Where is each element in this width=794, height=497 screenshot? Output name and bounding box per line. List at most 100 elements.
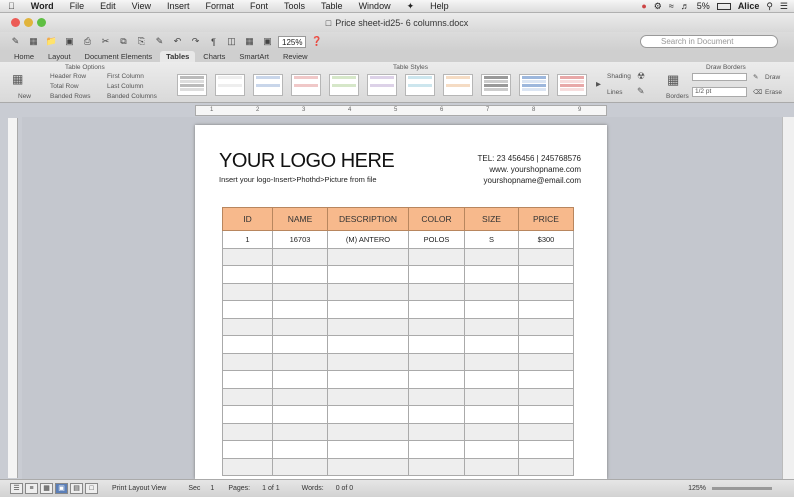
cell[interactable] [408,282,465,301]
borders-button[interactable]: Borders [666,93,689,100]
cell[interactable] [408,422,465,441]
paint-bucket-icon[interactable]: ☢ [637,71,645,82]
cell[interactable] [327,352,409,371]
cell[interactable] [518,300,574,319]
table-style-8[interactable] [443,74,473,96]
cell[interactable] [464,352,519,371]
cell[interactable] [272,352,328,371]
gear-icon[interactable]: ⚙ [654,1,662,12]
header-price[interactable]: PRICE [518,207,574,231]
cell[interactable] [272,300,328,319]
undo-icon[interactable]: ↶ [170,35,185,49]
menu-help[interactable]: Help [422,1,457,11]
minimize-button[interactable] [24,18,33,27]
cell[interactable] [518,282,574,301]
menu-tools[interactable]: Tools [276,1,313,11]
cell[interactable] [518,265,574,284]
cell-color[interactable]: POLOS [408,230,465,249]
cell[interactable] [222,370,273,389]
cell[interactable] [518,422,574,441]
cell-description[interactable]: (M) ANTERO [327,230,409,249]
cell[interactable] [518,335,574,354]
cell[interactable] [222,247,273,266]
cell[interactable] [464,422,519,441]
menu-window[interactable]: Window [351,1,399,11]
cell[interactable] [222,300,273,319]
cell[interactable] [222,282,273,301]
horizontal-ruler[interactable]: 123456789 [195,105,607,116]
line-style-select[interactable] [692,73,747,81]
telephone[interactable]: TEL: 23 456456 | 245768576 [478,153,582,164]
banded-rows-option[interactable]: Banded Rows [50,93,90,100]
tab-home[interactable]: Home [8,51,40,62]
toolbox-icon[interactable]: ▣ [260,35,275,49]
cell[interactable] [327,405,409,424]
cell[interactable] [464,317,519,336]
paste-icon[interactable]: ⎘ [134,35,149,49]
first-column-option[interactable]: First Column [107,73,144,80]
cell[interactable] [408,440,465,459]
status-app-icon[interactable]: ● [641,1,646,11]
cell[interactable] [222,387,273,406]
cell[interactable] [327,317,409,336]
cell[interactable] [464,335,519,354]
cell[interactable] [464,282,519,301]
cell[interactable] [464,440,519,459]
battery-icon[interactable] [716,2,731,10]
cell[interactable] [272,335,328,354]
vertical-ruler[interactable] [8,118,18,478]
cell-id[interactable]: 1 [222,230,273,249]
cell[interactable] [222,405,273,424]
cell-name[interactable]: 16703 [272,230,328,249]
cell[interactable] [408,300,465,319]
header-size[interactable]: SIZE [464,207,519,231]
menu-table[interactable]: Table [313,1,351,11]
cell[interactable] [327,335,409,354]
erase-button[interactable]: Erase [765,89,782,96]
cell[interactable] [272,317,328,336]
table-row[interactable] [222,457,574,476]
cell[interactable] [272,405,328,424]
table-row[interactable] [222,335,574,354]
tab-document-elements[interactable]: Document Elements [79,51,159,62]
open-icon[interactable]: 📁 [44,35,59,49]
cell[interactable] [272,370,328,389]
cell[interactable] [408,265,465,284]
line-weight-select[interactable]: 1/2 pt [692,87,747,97]
close-button[interactable] [11,18,20,27]
tab-tables[interactable]: Tables [160,51,196,62]
zoom-slider[interactable] [712,487,772,490]
cell[interactable] [327,282,409,301]
cell[interactable] [222,352,273,371]
cell[interactable] [327,387,409,406]
cell[interactable] [408,405,465,424]
notebook-view-icon[interactable]: ▤ [70,483,83,494]
table-row[interactable] [222,387,574,406]
cell[interactable] [464,370,519,389]
table-style-4[interactable] [291,74,321,96]
header-row-option[interactable]: Header Row [50,73,86,80]
cell[interactable] [272,457,328,476]
cell[interactable] [222,317,273,336]
publishing-view-icon[interactable]: ▦ [40,483,53,494]
cell[interactable] [272,387,328,406]
table-style-7[interactable] [405,74,435,96]
table-style-10[interactable] [519,74,549,96]
cut-icon[interactable]: ✂ [98,35,113,49]
cell[interactable] [327,422,409,441]
cell[interactable] [222,265,273,284]
tab-layout[interactable]: Layout [42,51,77,62]
table-row[interactable] [222,265,574,284]
cell[interactable] [327,440,409,459]
menu-app-word[interactable]: Word [23,1,62,11]
new-table-icon[interactable]: ▦ [12,72,23,86]
cell-price[interactable]: $300 [518,230,574,249]
last-column-option[interactable]: Last Column [107,83,144,90]
menu-view[interactable]: View [124,1,159,11]
menu-edit[interactable]: Edit [92,1,124,11]
script-icon[interactable]: ✦ [399,1,423,12]
total-row-option[interactable]: Total Row [50,83,79,90]
tab-review[interactable]: Review [277,51,314,62]
logo-placeholder[interactable]: YOUR LOGO HERE [219,150,395,173]
gallery-icon[interactable]: ▦ [242,35,257,49]
